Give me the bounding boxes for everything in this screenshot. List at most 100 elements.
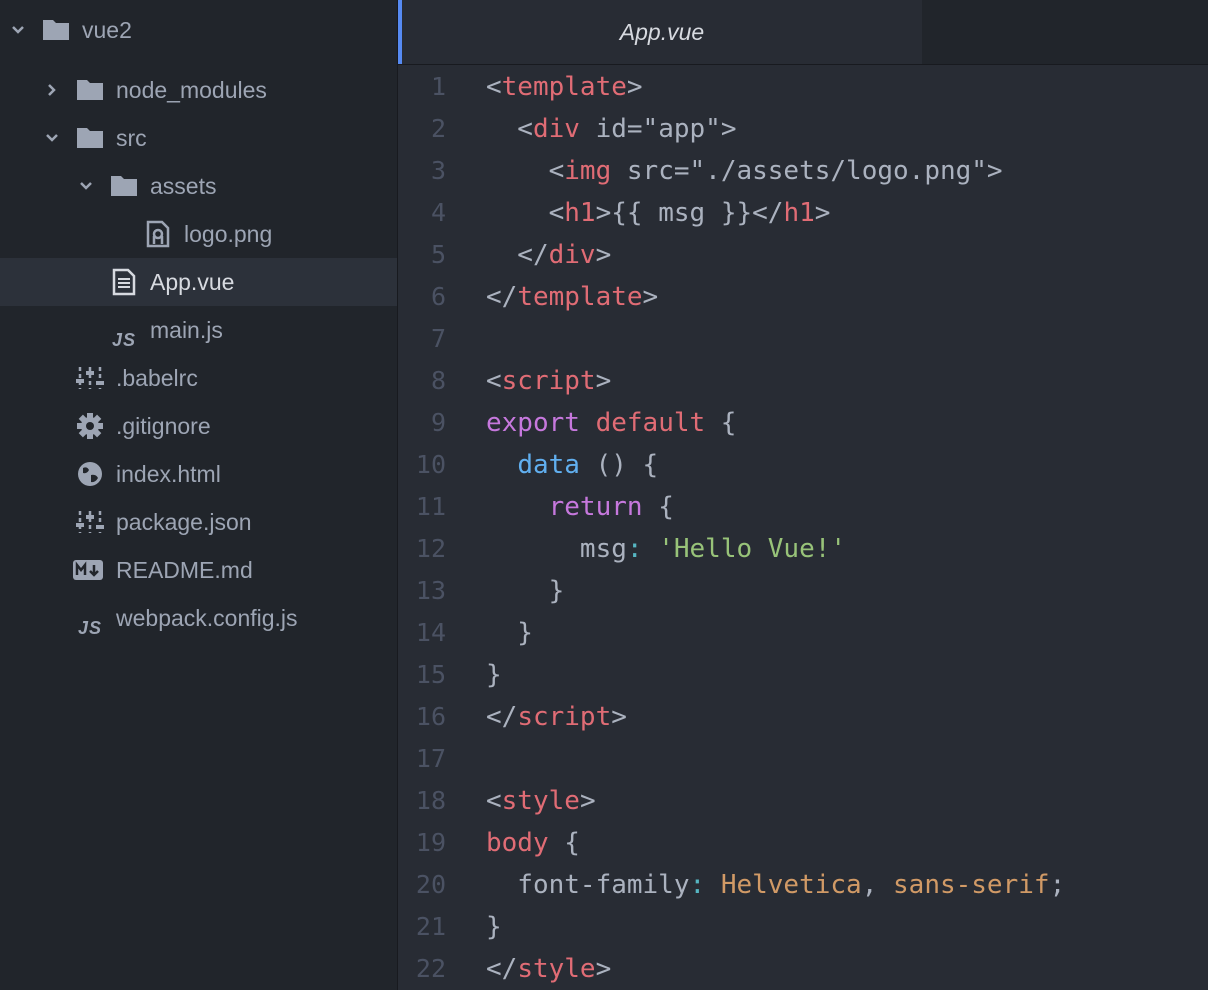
code-token: script: [517, 702, 612, 732]
code-token: }: [486, 912, 502, 942]
line-number: 15: [415, 660, 446, 689]
code-text: data () {: [486, 444, 658, 486]
tree-item-node-modules[interactable]: node_modules: [0, 66, 397, 114]
code-token: {: [705, 408, 737, 438]
code-line: 5 </div>: [398, 234, 1208, 276]
code-token: msg: [486, 534, 627, 564]
chevron-right-icon[interactable]: [42, 66, 62, 114]
code-text: return {: [486, 486, 674, 528]
code-editor[interactable]: 1 <template> 2 <div id="app"> 3 <img src=".…: [398, 65, 1208, 990]
code-line: 19 body {: [398, 822, 1208, 864]
code-token: data: [517, 450, 580, 480]
code-line: 10 data () {: [398, 444, 1208, 486]
tree-item-vue2[interactable]: vue2: [0, 6, 397, 54]
globe-icon: [74, 450, 106, 498]
code-token: }: [486, 576, 565, 606]
code-token: >: [626, 72, 643, 102]
config-file-icon: [74, 498, 106, 546]
code-line: 8 <script>: [398, 360, 1208, 402]
code-token: }: [486, 618, 533, 648]
js-file-icon: JS: [77, 617, 103, 638]
tree-item-label: index.html: [116, 461, 221, 487]
tree-item-label: .babelrc: [116, 365, 198, 391]
code-token: </: [486, 954, 518, 984]
line-number: 8: [430, 366, 446, 395]
code-text: </script>: [486, 696, 627, 738]
code-token: ;: [1049, 870, 1066, 900]
tree-item-label: .gitignore: [116, 413, 211, 439]
line-number: 3: [430, 156, 446, 185]
code-token: script: [501, 366, 596, 396]
code-text: <script>: [486, 360, 611, 402]
code-token: </: [486, 240, 549, 270]
tree-item-src[interactable]: src: [0, 114, 397, 162]
line-number: 13: [415, 576, 446, 605]
code-token: >: [595, 366, 612, 396]
code-token: font-family: [486, 870, 690, 900]
chevron-down-icon[interactable]: [76, 162, 96, 210]
line-number: 5: [430, 240, 446, 269]
code-token: </: [486, 282, 518, 312]
tree-item-index-html[interactable]: index.html: [0, 450, 397, 498]
tree-item-logo-png[interactable]: logo.png: [0, 210, 397, 258]
code-line: 16 </script>: [398, 696, 1208, 738]
line-number: 19: [415, 828, 446, 857]
code-token: h1: [783, 198, 815, 228]
code-text: </style>: [486, 948, 611, 990]
image-file-icon: [142, 210, 174, 258]
code-token: style: [501, 786, 580, 816]
tree-item-readme-md[interactable]: README.md: [0, 546, 397, 594]
markdown-file-icon: [72, 546, 104, 594]
code-token: template: [501, 72, 627, 102]
code-line: 13 }: [398, 570, 1208, 612]
code-text: </template>: [486, 276, 658, 318]
code-token: >{{ msg }}</: [595, 198, 784, 228]
folder-icon: [40, 6, 72, 54]
code-token: div: [548, 240, 596, 270]
line-number: 14: [415, 618, 446, 647]
tree-item-babelrc[interactable]: .babelrc: [0, 354, 397, 402]
code-text: export default {: [486, 402, 736, 444]
tree-item-main-js[interactable]: JS main.js: [0, 306, 397, 354]
code-token: src="./assets/logo.png">: [611, 156, 1003, 186]
tree-item-package-json[interactable]: package.json: [0, 498, 397, 546]
tab-bar: App.vue: [398, 0, 1208, 65]
code-token: <: [486, 786, 502, 816]
tree-item-gitignore[interactable]: .gitignore: [0, 402, 397, 450]
tree-item-label: main.js: [150, 317, 223, 343]
code-line: 17: [398, 738, 1208, 780]
code-token: :: [626, 534, 643, 564]
code-line: 6 </template>: [398, 276, 1208, 318]
tree-item-app-vue[interactable]: App.vue: [0, 258, 397, 306]
code-token: img: [564, 156, 612, 186]
code-line: 18 <style>: [398, 780, 1208, 822]
tree-item-label: App.vue: [150, 269, 235, 295]
code-line: 14 }: [398, 612, 1208, 654]
line-number: 16: [415, 702, 446, 731]
line-number: 7: [430, 324, 446, 353]
code-line: 2 <div id="app">: [398, 108, 1208, 150]
code-token: style: [517, 954, 596, 984]
folder-icon: [74, 114, 106, 162]
chevron-down-icon[interactable]: [8, 6, 28, 54]
tree-item-assets[interactable]: assets: [0, 162, 397, 210]
code-token: :: [689, 870, 706, 900]
folder-icon: [74, 66, 106, 114]
line-number: 9: [430, 408, 446, 437]
tab-label: App.vue: [619, 18, 705, 45]
tree-item-webpack-config-js[interactable]: JS webpack.config.js: [0, 594, 397, 642]
code-text: body {: [486, 822, 580, 864]
code-text: <div id="app">: [486, 108, 736, 150]
line-number: 12: [415, 534, 446, 563]
chevron-down-icon[interactable]: [42, 114, 62, 162]
code-text: <style>: [486, 780, 596, 822]
code-token: () {: [579, 450, 659, 480]
code-text: <h1>{{ msg }}</h1>: [486, 192, 831, 234]
tab-app-vue[interactable]: App.vue: [398, 0, 922, 64]
code-token: {: [642, 492, 674, 522]
code-token: >: [642, 282, 659, 312]
code-text: </div>: [486, 234, 611, 276]
